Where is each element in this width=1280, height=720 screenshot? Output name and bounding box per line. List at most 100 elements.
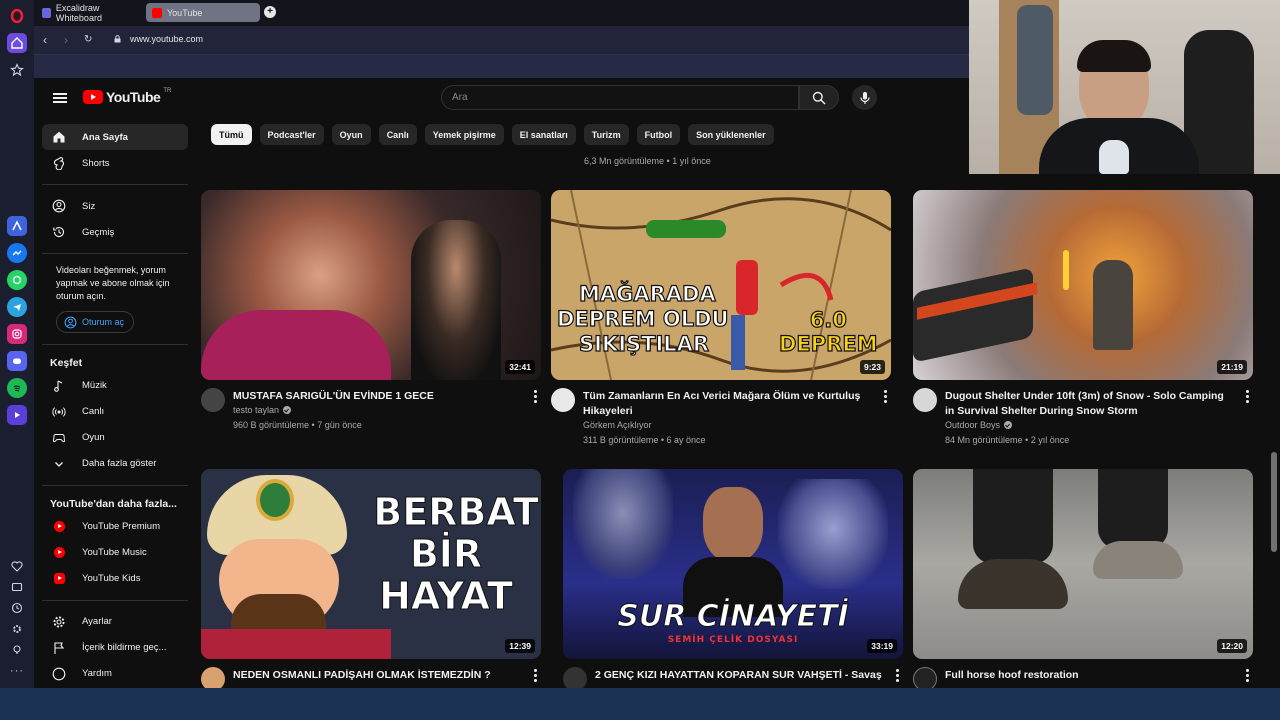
shorts-icon	[52, 156, 66, 170]
thumbnail-caption-line: BERBAT	[373, 490, 540, 534]
sidebar-item-you[interactable]: Siz	[42, 193, 188, 219]
search-input[interactable]: Ara	[441, 85, 799, 110]
reload-icon[interactable]: ↻	[84, 34, 92, 45]
voice-search-button[interactable]	[852, 85, 877, 110]
video-card[interactable]: BERBAT BİR HAYAT 12:39 NEDEN OSMANLI PAD…	[201, 469, 541, 688]
avatar[interactable]	[563, 667, 587, 688]
sidebar-item-music[interactable]: Müzik	[42, 373, 188, 399]
chip-gaming[interactable]: Oyun	[331, 124, 371, 145]
search-button[interactable]	[799, 85, 839, 110]
video-thumbnail[interactable]: BERBAT BİR HAYAT 12:39	[201, 469, 541, 659]
settings-icon[interactable]	[7, 619, 27, 639]
webcam-shape	[1077, 40, 1151, 72]
instagram-icon[interactable]	[7, 324, 27, 344]
chip-tourism[interactable]: Turizm	[583, 124, 629, 145]
sidebar-item-history[interactable]: Geçmiş	[42, 219, 188, 245]
sidebar-item-label: Daha fazla göster	[82, 458, 157, 469]
forward-icon[interactable]: ›	[64, 33, 68, 47]
url-field[interactable]: www.youtube.com	[130, 34, 203, 44]
filter-chips: Tümü Podcast'ler Oyun Canlı Yemek pişirm…	[211, 124, 774, 145]
avatar[interactable]	[551, 388, 575, 412]
video-title[interactable]: MUSTAFA SARIGÜL'ÜN EVİNDE 1 GECE	[233, 389, 521, 404]
signin-button[interactable]: Oturum aç	[56, 311, 135, 333]
spotify-icon[interactable]	[7, 378, 27, 398]
sidebar-item-gaming[interactable]: Oyun	[42, 425, 188, 451]
chip-podcasts[interactable]: Podcast'ler	[259, 124, 324, 145]
video-stats: 960 B görüntüleme • 7 gün önce	[233, 420, 362, 430]
sidebar-item-label: YouTube Premium	[82, 521, 160, 532]
youtube-favicon-icon	[152, 7, 162, 18]
sidebar-item-shorts[interactable]: Shorts	[42, 150, 188, 176]
youtube-logo[interactable]: YouTube TR	[83, 88, 171, 105]
aria-icon[interactable]	[7, 216, 27, 236]
video-thumbnail[interactable]: SUR CİNAYETİ SEMİH ÇELİK DOSYASI 33:19	[563, 469, 903, 659]
avatar[interactable]	[913, 388, 937, 412]
page-scrollbar[interactable]	[1271, 452, 1277, 552]
avatar[interactable]	[913, 667, 937, 688]
sidebar-item-show-more[interactable]: Daha fazla göster	[42, 451, 188, 477]
chip-recently-uploaded[interactable]: Son yüklenenler	[688, 124, 774, 145]
video-title[interactable]: Full horse hoof restoration	[945, 668, 1233, 683]
chip-all[interactable]: Tümü	[211, 124, 252, 145]
sidebar-item-live[interactable]: Canlı	[42, 399, 188, 425]
video-card[interactable]: MAĞARADA DEPREM OLDU SIKIŞTILAR 6.0 DEPR…	[551, 190, 891, 448]
sidebar-item-premium[interactable]: YouTube Premium	[42, 514, 188, 540]
video-title[interactable]: NEDEN OSMANLI PADİŞAHI OLMAK İSTEMEZDİN …	[233, 668, 521, 683]
video-card[interactable]: 21:19 Dugout Shelter Under 10ft (3m) of …	[913, 190, 1253, 448]
more-icon[interactable]: ···	[7, 661, 27, 681]
video-card[interactable]: 12:20 Full horse hoof restoration	[913, 469, 1253, 688]
more-options-icon[interactable]	[534, 390, 537, 403]
discord-icon[interactable]	[7, 351, 27, 371]
video-title[interactable]: 2 GENÇ KIZI HAYATTAN KOPARAN SUR VAHŞETİ…	[595, 668, 883, 683]
whatsapp-icon[interactable]	[7, 270, 27, 290]
chip-football[interactable]: Futbol	[636, 124, 681, 145]
more-options-icon[interactable]	[1246, 669, 1249, 682]
back-icon[interactable]: ‹	[43, 33, 47, 47]
telegram-icon[interactable]	[7, 297, 27, 317]
avatar[interactable]	[201, 667, 225, 688]
more-options-icon[interactable]	[896, 669, 899, 682]
more-options-icon[interactable]	[1246, 390, 1249, 403]
home-icon[interactable]	[7, 33, 27, 53]
avatar[interactable]	[201, 388, 225, 412]
snapshot-icon[interactable]	[7, 577, 27, 597]
chip-crafts[interactable]: El sanatları	[511, 124, 576, 145]
new-tab-button[interactable]: +	[264, 6, 276, 18]
video-thumbnail[interactable]: 32:41	[201, 190, 541, 380]
chip-cooking[interactable]: Yemek pişirme	[424, 124, 504, 145]
divider	[42, 184, 188, 185]
video-title[interactable]: Tüm Zamanların En Acı Verici Mağara Ölüm…	[583, 389, 871, 419]
sidebar-item-label: Siz	[82, 200, 96, 212]
thumbnail-shape	[573, 469, 673, 579]
chip-live[interactable]: Canlı	[378, 124, 417, 145]
video-thumbnail[interactable]: 12:20	[913, 469, 1253, 659]
sidebar-item-music-app[interactable]: YouTube Music	[42, 540, 188, 566]
sidebar-item-settings[interactable]: Ayarlar	[42, 609, 188, 635]
sidebar-item-help[interactable]: Yardım	[42, 661, 188, 687]
channel-name[interactable]: Görkem Açıklıyor	[583, 420, 652, 430]
video-card[interactable]: 32:41 MUSTAFA SARIGÜL'ÜN EVİNDE 1 GECE t…	[201, 190, 541, 448]
tab-excalidraw[interactable]: Excalidraw Whiteboard	[36, 3, 144, 23]
opera-logo-icon[interactable]	[7, 6, 27, 26]
video-thumbnail[interactable]: 21:19	[913, 190, 1253, 380]
messenger-icon[interactable]	[7, 243, 27, 263]
more-options-icon[interactable]	[884, 390, 887, 403]
sidebar-item-kids[interactable]: YouTube Kids	[42, 566, 188, 592]
video-thumbnail[interactable]: MAĞARADA DEPREM OLDU SIKIŞTILAR 6.0 DEPR…	[551, 190, 891, 380]
player-icon[interactable]	[7, 405, 27, 425]
history-clock-icon[interactable]	[7, 598, 27, 618]
video-title[interactable]: Dugout Shelter Under 10ft (3m) of Snow -…	[945, 389, 1233, 419]
tab-youtube[interactable]: YouTube	[146, 3, 260, 22]
thumbnail-caption-line: MAĞARADA	[578, 281, 716, 306]
heart-icon[interactable]	[7, 556, 27, 576]
bulb-icon[interactable]	[7, 640, 27, 660]
sidebar-item-home[interactable]: Ana Sayfa	[42, 124, 188, 150]
more-options-icon[interactable]	[534, 669, 537, 682]
menu-icon[interactable]	[53, 93, 67, 103]
sidebar-item-report-history[interactable]: İçerik bildirme geç...	[42, 635, 188, 661]
sidebar-item-label: Oyun	[82, 432, 105, 443]
channel-name[interactable]: testo taylan	[233, 405, 292, 415]
channel-name[interactable]: Outdoor Boys	[945, 420, 1013, 430]
star-icon[interactable]	[7, 60, 27, 80]
video-card[interactable]: SUR CİNAYETİ SEMİH ÇELİK DOSYASI 33:19 2…	[563, 469, 903, 688]
